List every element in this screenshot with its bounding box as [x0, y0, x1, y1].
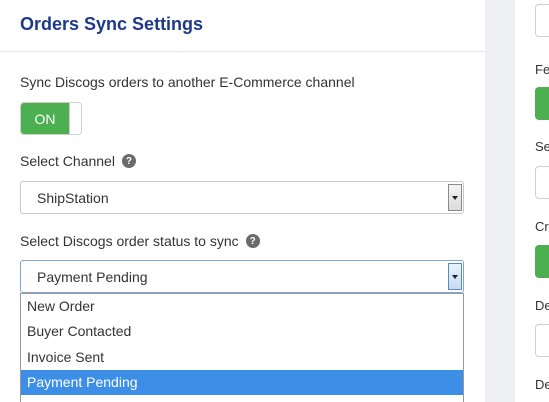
right-input-field[interactable]	[535, 324, 549, 357]
order-status-dropdown: New Order Buyer Contacted Invoice Sent P…	[20, 293, 464, 402]
toggle-on-label: ON	[21, 103, 69, 134]
right-green-button[interactable]	[535, 87, 549, 120]
right-input-field[interactable]	[535, 166, 549, 199]
right-field-label: De	[535, 298, 549, 313]
dropdown-option[interactable]: New Order	[21, 294, 463, 319]
orders-sync-settings-panel: Orders Sync Settings Sync Discogs orders…	[0, 0, 485, 402]
channel-select[interactable]: ShipStation	[20, 181, 464, 214]
dropdown-option[interactable]: Buyer Contacted	[21, 319, 463, 344]
channel-select-value: ShipStation	[37, 190, 109, 206]
right-green-button[interactable]	[535, 245, 549, 278]
right-input-field[interactable]	[535, 4, 549, 37]
select-status-label: Select Discogs order status to sync ?	[20, 233, 260, 249]
help-icon[interactable]: ?	[245, 234, 260, 248]
right-field-label: Se	[535, 139, 549, 154]
dropdown-option-selected[interactable]: Payment Pending	[21, 369, 463, 396]
order-status-select[interactable]: Payment Pending	[20, 260, 464, 293]
dropdown-option[interactable]: Invoice Sent	[21, 345, 463, 370]
select-channel-text: Select Channel	[20, 153, 115, 169]
sync-orders-label: Sync Discogs orders to another E-Commerc…	[20, 74, 355, 90]
toggle-knob	[69, 103, 81, 134]
right-field-label: De	[535, 377, 549, 392]
panel-title: Orders Sync Settings	[20, 14, 204, 34]
order-status-select-value: Payment Pending	[37, 269, 148, 285]
right-field-label: Fe	[535, 62, 549, 77]
select-channel-label: Select Channel ?	[20, 153, 136, 169]
chevron-down-icon[interactable]	[448, 184, 462, 211]
help-icon[interactable]: ?	[121, 154, 136, 168]
right-settings-panel: Fe Se Cr De De	[515, 0, 549, 402]
select-status-text: Select Discogs order status to sync	[20, 233, 239, 249]
right-field-label: Cr	[535, 219, 549, 234]
sync-toggle[interactable]: ON	[20, 102, 82, 135]
chevron-down-icon[interactable]	[448, 263, 462, 290]
